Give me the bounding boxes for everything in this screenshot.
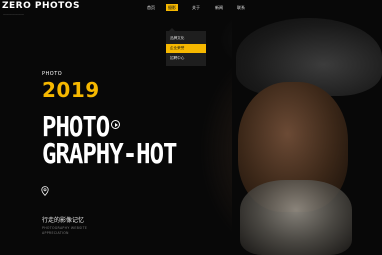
nav-item-home[interactable]: 首页 xyxy=(145,4,157,11)
location-pin-icon xyxy=(41,186,49,196)
hero-year: 2019 xyxy=(42,78,100,102)
hero-cn-title: 行走的影像记忆 xyxy=(42,217,85,224)
dropdown-item-brand-culture[interactable]: 品牌文化 xyxy=(166,34,206,43)
dropdown-item-honors[interactable]: 企业荣誉 xyxy=(166,44,206,53)
site-logo[interactable]: ZERO PHOTOS xyxy=(2,1,80,11)
play-icon[interactable] xyxy=(111,120,120,129)
nav-item-photography[interactable]: 摄影 xyxy=(166,4,178,11)
hero-label: PHOTO xyxy=(42,71,63,77)
hero-en-subtitle-1: PHOTOGRAPHY WEBSITE xyxy=(42,226,88,230)
hero-photo-beard xyxy=(240,180,352,255)
nav-item-about[interactable]: 关于 xyxy=(190,4,202,11)
nav-dropdown-menu: 品牌文化 企业荣誉 招聘中心 xyxy=(166,31,206,66)
hero-title-line2: GRAPHY-HOT xyxy=(42,137,177,171)
dropdown-item-careers[interactable]: 招聘中心 xyxy=(166,54,206,63)
nav-item-news[interactable]: 新闻 xyxy=(213,4,225,11)
nav-item-contact[interactable]: 联系 xyxy=(235,4,247,11)
site-logo-tagline: ——————— xyxy=(3,12,24,16)
hero-en-subtitle-2: APPRECIATION xyxy=(42,231,69,235)
